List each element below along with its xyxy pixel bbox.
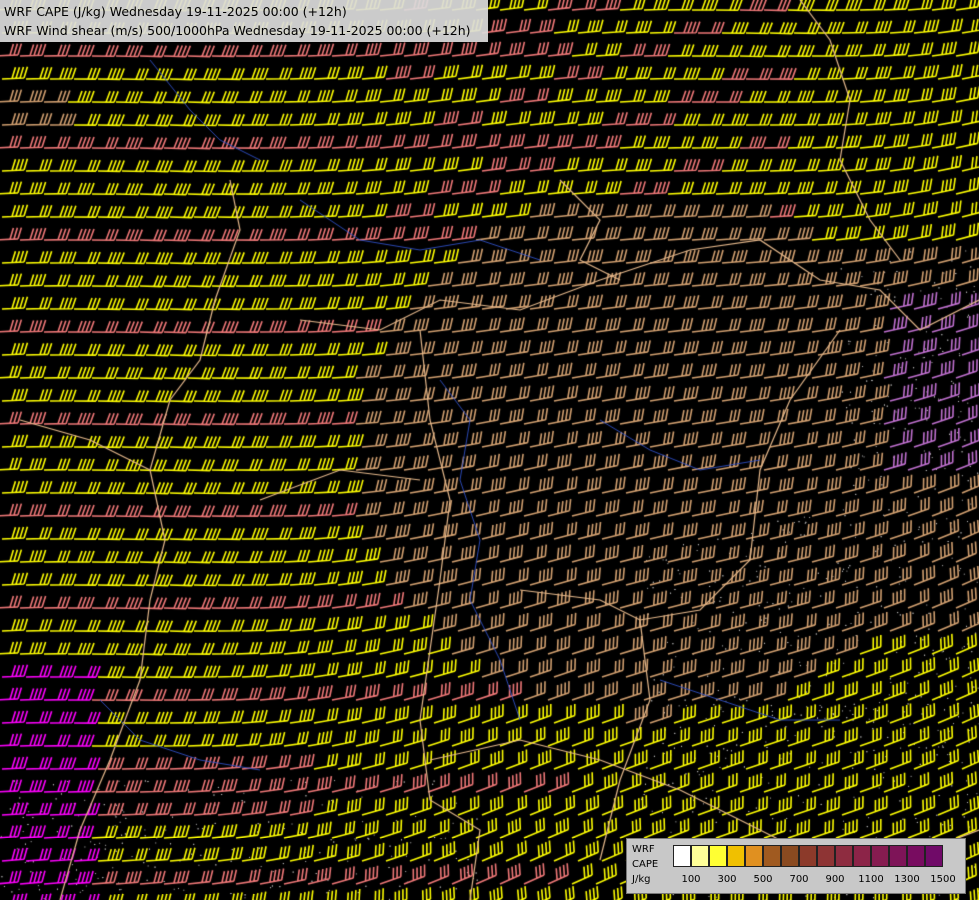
legend-swatch — [691, 845, 709, 867]
legend-swatch — [817, 845, 835, 867]
legend-tick: 1100 — [858, 874, 884, 885]
legend-swatch — [907, 845, 925, 867]
legend-tick: 1500 — [930, 874, 956, 885]
legend-swatch — [745, 845, 763, 867]
legend-swatch — [673, 845, 691, 867]
legend-tick: 1300 — [894, 874, 920, 885]
legend-swatch — [871, 845, 889, 867]
legend-unit-label: J/kg — [632, 874, 651, 885]
map-title-box: WRF CAPE (J/kg) Wednesday 19-11-2025 00:… — [0, 0, 488, 42]
legend-variable-label: CAPE — [632, 859, 659, 870]
legend-swatch — [781, 845, 799, 867]
legend-swatch — [925, 845, 943, 867]
legend-swatch — [709, 845, 727, 867]
wind-shear-barb-map — [0, 0, 979, 900]
wind-shear-title: WRF Wind shear (m/s) 500/1000hPa Wednesd… — [4, 23, 471, 38]
legend-swatch — [727, 845, 745, 867]
legend-tick-labels: 100 300 500 700 900 1100 1300 1500 — [673, 874, 963, 888]
legend-color-scale — [673, 845, 943, 867]
legend-tick: 300 — [717, 874, 737, 885]
legend-swatch — [853, 845, 871, 867]
legend-model-label: WRF — [632, 844, 655, 855]
legend-swatch — [799, 845, 817, 867]
legend-tick: 900 — [825, 874, 845, 885]
legend-tick: 700 — [789, 874, 809, 885]
legend-swatch — [835, 845, 853, 867]
legend-tick: 100 — [681, 874, 701, 885]
cape-legend: WRF CAPE J/kg 100 300 500 700 900 1100 1300 150… — [626, 838, 966, 894]
legend-swatch — [763, 845, 781, 867]
legend-swatch — [889, 845, 907, 867]
cape-title: WRF CAPE (J/kg) Wednesday 19-11-2025 00:… — [4, 4, 347, 19]
legend-tick: 500 — [753, 874, 773, 885]
